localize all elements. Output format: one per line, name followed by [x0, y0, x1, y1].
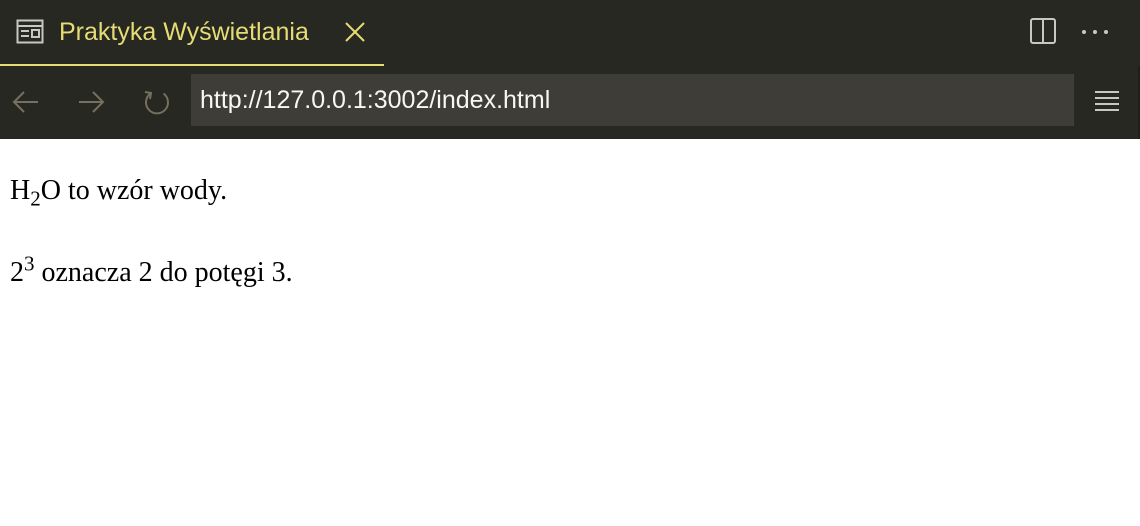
split-editor-icon[interactable]	[1029, 17, 1057, 45]
close-icon[interactable]	[343, 20, 367, 44]
menu-icon[interactable]	[1093, 88, 1121, 116]
preview-icon	[16, 19, 44, 45]
tab-praktyka-wyswietlania[interactable]: Praktyka Wyświetlania	[0, 0, 384, 66]
navigation-bar	[0, 66, 1140, 139]
tab-bar: Praktyka Wyświetlania	[0, 0, 1140, 66]
subscript-text: 2	[30, 186, 41, 211]
paragraph2-base: 2	[10, 257, 24, 288]
url-input[interactable]	[191, 74, 1074, 126]
page-content: H2O to wzór wody. 23 oznacza 2 do potęgi…	[0, 139, 1140, 526]
tab-title: Praktyka Wyświetlania	[59, 18, 309, 46]
address-bar	[191, 74, 1074, 126]
paragraph1-rest: O to wzór wody.	[40, 175, 228, 206]
power-paragraph: 23 oznacza 2 do potęgi 3.	[10, 253, 293, 290]
paragraph1-base: H	[10, 175, 31, 206]
superscript-text: 3	[24, 251, 35, 276]
water-formula-paragraph: H2O to wzór wody.	[10, 174, 228, 211]
arrow-left-icon[interactable]	[10, 86, 42, 118]
reload-icon[interactable]	[141, 86, 173, 118]
arrow-right-icon[interactable]	[75, 86, 107, 118]
paragraph2-rest: oznacza 2 do potęgi 3.	[34, 257, 293, 288]
more-actions-icon[interactable]	[1079, 20, 1111, 44]
browser-preview-window: Praktyka Wyświetlania http://127.0.0.1:3…	[0, 0, 1140, 526]
